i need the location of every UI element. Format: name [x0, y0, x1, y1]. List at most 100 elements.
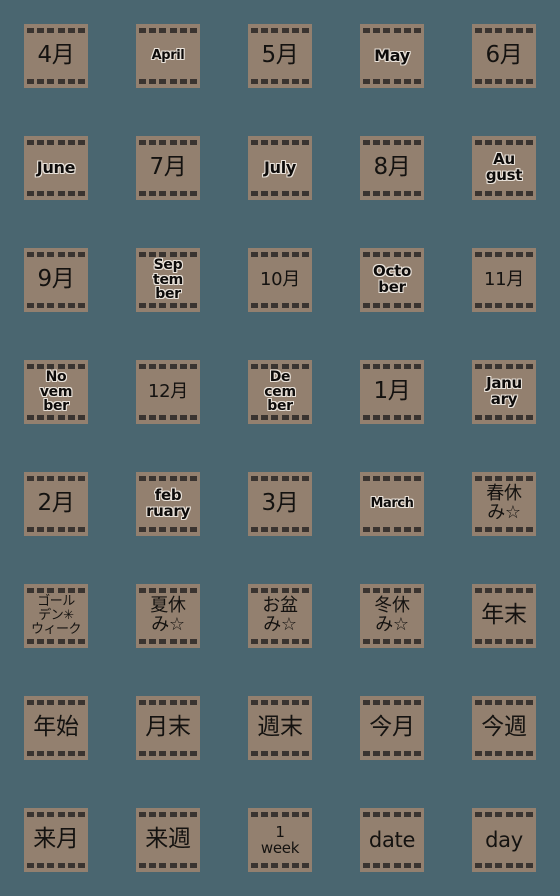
sticker-kongetsu[interactable]: 今月	[360, 696, 424, 760]
sticker-february[interactable]: feb ruary	[136, 472, 200, 536]
sprocket-dash	[271, 527, 279, 532]
sprocket-dash	[261, 700, 269, 705]
sticker-05-gatsu[interactable]: 5月	[248, 24, 312, 88]
sprocket-dash	[57, 527, 65, 532]
sticker-10-gatsu[interactable]: 10月	[248, 248, 312, 312]
sprocket-dash	[475, 140, 482, 145]
sticker-09-gatsu[interactable]: 9月	[24, 248, 88, 312]
sprocket-dash	[485, 700, 493, 705]
sprocket-dash	[67, 527, 75, 532]
sprocket-dash	[179, 364, 187, 369]
sticker-label: 今月	[369, 714, 415, 741]
sticker-cell: 今月	[336, 672, 448, 784]
sticker-december[interactable]: De cem ber	[248, 360, 312, 424]
sprocket-dash	[261, 863, 269, 868]
sprocket-dash	[27, 191, 34, 196]
sprocket-dash	[271, 476, 279, 481]
sticker-fuyuyasumi[interactable]: 冬休 み☆	[360, 584, 424, 648]
sticker-label: June	[36, 157, 76, 177]
sprocket-dash	[301, 527, 309, 532]
sprocket-dash	[47, 700, 55, 705]
sticker-08-gatsu[interactable]: 8月	[360, 136, 424, 200]
sticker-date[interactable]: date	[360, 808, 424, 872]
sticker-raigetsu[interactable]: 来月	[24, 808, 88, 872]
sprocket-dash	[515, 28, 523, 33]
sprocket-dash	[271, 415, 279, 420]
sticker-getsumatsu[interactable]: 月末	[136, 696, 200, 760]
sprocket-dash	[495, 812, 503, 817]
sticker-konshu[interactable]: 今週	[472, 696, 536, 760]
film-sprocket-top-icon	[27, 476, 85, 481]
sticker-september[interactable]: Sep tem ber	[136, 248, 200, 312]
sprocket-dash	[189, 191, 197, 196]
sticker-raishu[interactable]: 来週	[136, 808, 200, 872]
film-sprocket-top-icon	[475, 364, 533, 369]
film-sprocket-bottom-icon	[475, 415, 533, 420]
sprocket-dash	[383, 191, 391, 196]
sticker-06-gatsu[interactable]: 6月	[472, 24, 536, 88]
sticker-03-gatsu[interactable]: 3月	[248, 472, 312, 536]
sticker-january[interactable]: Janu ary	[472, 360, 536, 424]
sprocket-dash	[291, 588, 299, 593]
sprocket-dash	[261, 588, 269, 593]
sticker-cell: feb ruary	[112, 448, 224, 560]
sprocket-dash	[495, 303, 503, 308]
sticker-shumatsu[interactable]: 週末	[248, 696, 312, 760]
sticker-august[interactable]: Au gust	[472, 136, 536, 200]
sticker-natsuyasumi[interactable]: 夏休 み☆	[136, 584, 200, 648]
sticker-12-gatsu[interactable]: 12月	[136, 360, 200, 424]
sticker-nenshi[interactable]: 年始	[24, 696, 88, 760]
sprocket-dash	[525, 140, 533, 145]
sprocket-dash	[291, 28, 299, 33]
sprocket-dash	[281, 79, 289, 84]
sprocket-dash	[485, 191, 493, 196]
sticker-11-gatsu[interactable]: 11月	[472, 248, 536, 312]
sprocket-dash	[373, 140, 381, 145]
sprocket-dash	[363, 252, 370, 257]
sticker-label: Octo ber	[373, 262, 411, 296]
sticker-october[interactable]: Octo ber	[360, 248, 424, 312]
sticker-04-gatsu[interactable]: 4月	[24, 24, 88, 88]
sprocket-dash	[77, 476, 85, 481]
sticker-01-gatsu[interactable]: 1月	[360, 360, 424, 424]
sprocket-dash	[413, 415, 421, 420]
sprocket-dash	[271, 303, 279, 308]
sticker-one-week[interactable]: 1 week	[248, 808, 312, 872]
sticker-cell: 12月	[112, 336, 224, 448]
sprocket-dash	[27, 700, 34, 705]
sticker-june[interactable]: June	[24, 136, 88, 200]
sticker-march[interactable]: March	[360, 472, 424, 536]
sprocket-dash	[505, 863, 513, 868]
sprocket-dash	[393, 303, 401, 308]
sticker-obon[interactable]: お盆 み☆	[248, 584, 312, 648]
sticker-cell: 7月	[112, 112, 224, 224]
sprocket-dash	[159, 700, 167, 705]
sticker-nenmatsu[interactable]: 年末	[472, 584, 536, 648]
sticker-02-gatsu[interactable]: 2月	[24, 472, 88, 536]
film-sprocket-bottom-icon	[139, 79, 197, 84]
sticker-label: Janu ary	[486, 374, 522, 408]
sticker-golden-week[interactable]: ゴール デン✳ ウィーク	[24, 584, 88, 648]
sticker-07-gatsu[interactable]: 7月	[136, 136, 200, 200]
sprocket-dash	[515, 700, 523, 705]
sticker-day[interactable]: day	[472, 808, 536, 872]
sprocket-dash	[383, 79, 391, 84]
sprocket-dash	[413, 527, 421, 532]
sprocket-dash	[271, 252, 279, 257]
sprocket-dash	[37, 252, 45, 257]
sticker-july[interactable]: July	[248, 136, 312, 200]
sprocket-dash	[495, 79, 503, 84]
sprocket-dash	[189, 639, 197, 644]
sprocket-dash	[37, 863, 45, 868]
film-sprocket-bottom-icon	[139, 527, 197, 532]
sprocket-dash	[515, 364, 523, 369]
sticker-haruyasumi[interactable]: 春休 み☆	[472, 472, 536, 536]
sprocket-dash	[363, 303, 370, 308]
sticker-april[interactable]: April	[136, 24, 200, 88]
film-sprocket-bottom-icon	[363, 527, 421, 532]
sprocket-dash	[485, 252, 493, 257]
sticker-may[interactable]: May	[360, 24, 424, 88]
sticker-november[interactable]: No vem ber	[24, 360, 88, 424]
sprocket-dash	[485, 415, 493, 420]
sprocket-dash	[159, 415, 167, 420]
